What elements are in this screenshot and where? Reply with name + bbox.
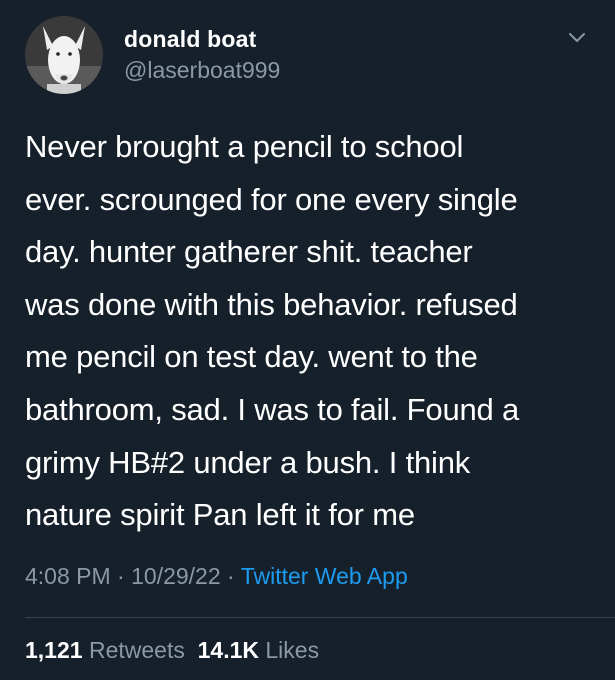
- bull-terrier-avatar-icon: [25, 16, 103, 94]
- tweet-date[interactable]: 10/29/22: [131, 563, 221, 589]
- chevron-down-icon[interactable]: [566, 26, 588, 48]
- likes-label: Likes: [265, 637, 320, 663]
- tweet-meta: 4:08 PM · 10/29/22 · Twitter Web App: [25, 563, 408, 590]
- tweet-source-link[interactable]: Twitter Web App: [241, 563, 408, 589]
- avatar[interactable]: [25, 16, 103, 94]
- divider: [25, 617, 615, 618]
- likes-count: 14.1K: [197, 637, 259, 663]
- likes-stat[interactable]: 14.1K Likes: [198, 637, 319, 663]
- retweets-count: 1,121: [25, 637, 83, 663]
- retweets-stat[interactable]: 1,121 Retweets: [25, 637, 185, 663]
- author-display-name[interactable]: donald boat: [124, 26, 257, 53]
- meta-separator: ·: [227, 563, 235, 589]
- tweet-card: donald boat @laserboat999 Never brought …: [0, 0, 615, 680]
- tweet-text: Never brought a pencil to school ever. s…: [25, 129, 520, 533]
- meta-separator: ·: [117, 563, 125, 589]
- tweet-time[interactable]: 4:08 PM: [25, 563, 111, 589]
- tweet-stats: 1,121 Retweets 14.1K Likes: [25, 637, 319, 664]
- retweets-label: Retweets: [88, 637, 185, 663]
- author-handle[interactable]: @laserboat999: [124, 57, 280, 84]
